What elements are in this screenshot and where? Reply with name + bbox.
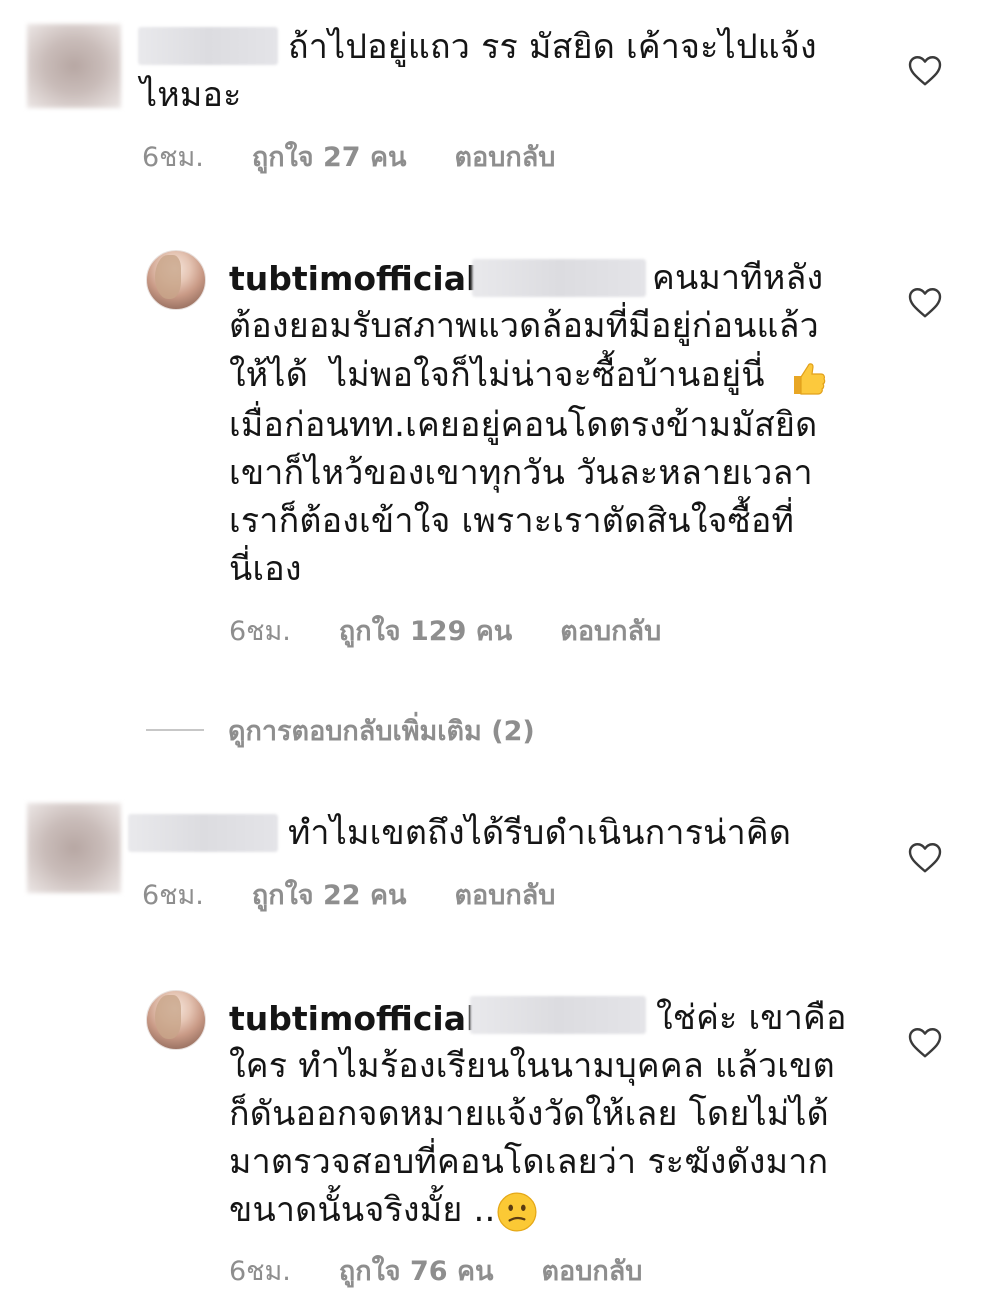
comment-text-line: ไหมอะ bbox=[140, 75, 242, 115]
divider-line bbox=[146, 729, 204, 731]
likes-count[interactable]: ถูกใจ 76 คน bbox=[339, 1255, 494, 1289]
comment-text-line: ให้ได้ ไม่พอใจก็ไม่น่าจะซื้อบ้านอยู่นี่ bbox=[229, 355, 765, 395]
comment-meta: 6ชม. ถูกใจ 76 คน ตอบกลับ bbox=[229, 1255, 642, 1289]
comment-text-line: คนมาทีหลัง bbox=[652, 258, 824, 298]
mention-redacted[interactable] bbox=[470, 996, 646, 1034]
username-redacted[interactable] bbox=[128, 814, 278, 852]
avatar[interactable] bbox=[146, 990, 206, 1050]
reply-username[interactable]: tubtimofficial bbox=[229, 995, 477, 1042]
comment-meta: 6ชม. ถูกใจ 27 คน ตอบกลับ bbox=[142, 141, 555, 175]
comment-meta: 6ชม. ถูกใจ 129 คน ตอบกลับ bbox=[229, 615, 661, 649]
comment-text-line: เราก็ต้องเข้าใจ เพราะเราตัดสินใจซื้อที่ bbox=[229, 501, 795, 541]
reply-button[interactable]: ตอบกลับ bbox=[541, 1255, 642, 1289]
mention-redacted[interactable] bbox=[472, 259, 646, 297]
comment-meta: 6ชม. ถูกใจ 22 คน ตอบกลับ bbox=[142, 879, 555, 913]
heart-outline-icon[interactable] bbox=[907, 53, 943, 87]
comment-text-line: เมื่อก่อนทท.เคยอยู่คอนโดตรงข้ามมัสยิด bbox=[229, 405, 818, 445]
comment-text-line: เขาก็ไหว้ของเขาทุกวัน วันละหลายเวลา bbox=[229, 453, 813, 493]
timestamp: 6ชม. bbox=[142, 880, 204, 911]
comment-text-line: ขนาดนั้นจริงมั้ย .. bbox=[229, 1190, 496, 1230]
view-more-replies-label: ดูการตอบกลับเพิ่มเติม (2) bbox=[228, 715, 535, 747]
comment-text-line: ต้องยอมรับสภาพแวดล้อมที่มีอยู่ก่อนแล้ว bbox=[229, 306, 819, 346]
comment-text-line: ก็ดันออกจดหมายแจ้งวัดให้เลย โดยไม่ได้ bbox=[229, 1094, 829, 1134]
timestamp: 6ชม. bbox=[142, 142, 204, 173]
heart-outline-icon[interactable] bbox=[907, 285, 943, 319]
likes-count[interactable]: ถูกใจ 27 คน bbox=[252, 141, 407, 175]
confused-face-emoji bbox=[496, 1191, 538, 1233]
reply-button[interactable]: ตอบกลับ bbox=[454, 879, 555, 913]
comment-text-line: ทำไมเขตถึงได้รีบดำเนินการน่าคิด bbox=[288, 813, 792, 853]
comment-text-line: ใช่ค่ะ เขาคือ bbox=[656, 998, 847, 1038]
comment-text-line: ใคร ทำไมร้องเรียนในนามบุคคล แล้วเขต bbox=[229, 1046, 835, 1086]
timestamp: 6ชม. bbox=[229, 1256, 291, 1287]
timestamp: 6ชม. bbox=[229, 616, 291, 647]
avatar[interactable] bbox=[146, 250, 206, 310]
thumbs-up-emoji bbox=[788, 358, 828, 398]
avatar-blurred[interactable] bbox=[27, 24, 121, 108]
comment-text-line: ถ้าไปอยู่แถว รร มัสยิด เค้าจะไปแจ้ง bbox=[288, 27, 817, 67]
heart-outline-icon[interactable] bbox=[907, 840, 943, 874]
heart-outline-icon[interactable] bbox=[907, 1025, 943, 1059]
likes-count[interactable]: ถูกใจ 129 คน bbox=[339, 615, 512, 649]
likes-count[interactable]: ถูกใจ 22 คน bbox=[252, 879, 407, 913]
view-more-replies-button[interactable]: ดูการตอบกลับเพิ่มเติม (2) bbox=[146, 710, 535, 750]
reply-username[interactable]: tubtimofficial bbox=[229, 255, 477, 302]
comment-text-line: มาตรวจสอบที่คอนโดเลยว่า ระฆังดังมาก bbox=[229, 1142, 829, 1182]
reply-button[interactable]: ตอบกลับ bbox=[560, 615, 661, 649]
reply-button[interactable]: ตอบกลับ bbox=[454, 141, 555, 175]
comment-text-line: นี่เอง bbox=[229, 549, 302, 589]
avatar-blurred[interactable] bbox=[27, 803, 121, 893]
username-redacted[interactable] bbox=[138, 27, 278, 65]
